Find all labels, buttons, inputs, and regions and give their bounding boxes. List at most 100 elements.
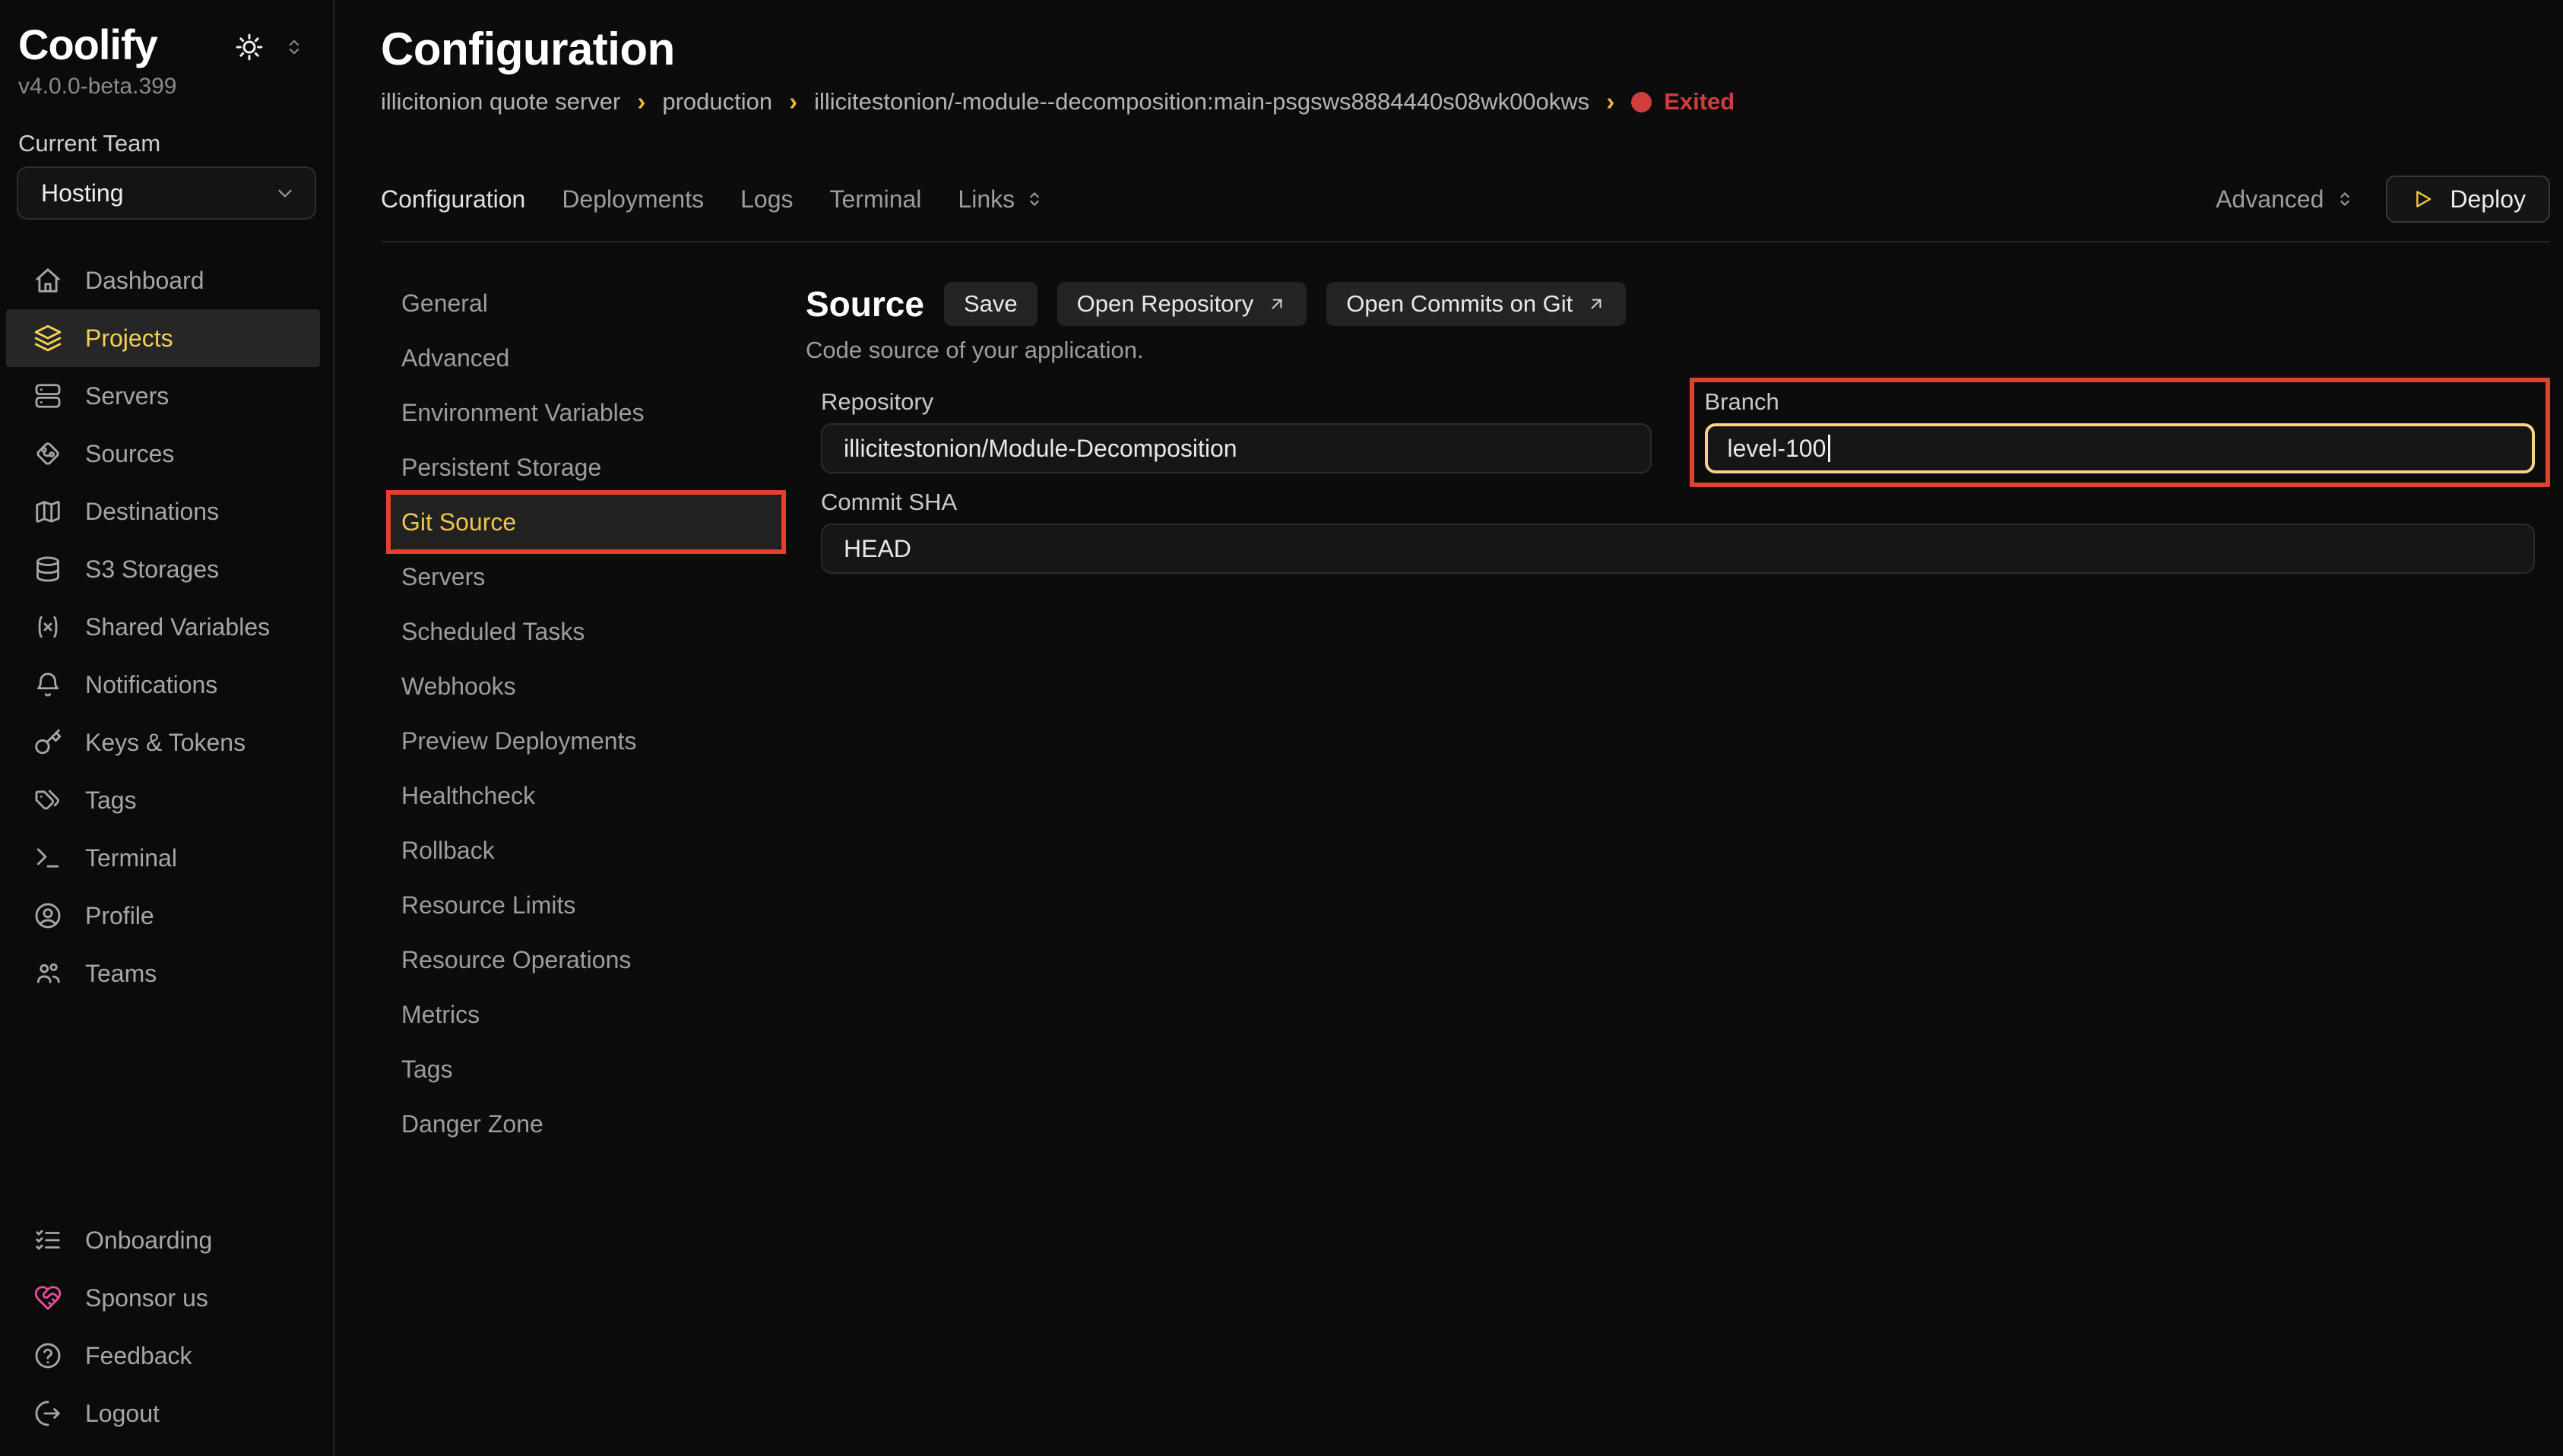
sidebar-item-label: Profile: [85, 902, 154, 930]
save-button[interactable]: Save: [944, 282, 1038, 326]
open-commits-button[interactable]: Open Commits on Git: [1326, 282, 1626, 326]
sidebar-item-s3-storages[interactable]: S3 Storages: [0, 540, 333, 598]
sidebar-item-destinations[interactable]: Destinations: [0, 483, 333, 540]
source-heading: Source: [806, 283, 924, 324]
branch-label: Branch: [1705, 388, 2536, 416]
sidebar-item-tags[interactable]: Tags: [0, 771, 333, 829]
sidebar-item-label: Dashboard: [85, 267, 204, 295]
sidebar-item-feedback[interactable]: Feedback: [0, 1327, 333, 1385]
terminal-icon: [33, 844, 62, 872]
configuration-content: General Advanced Environment Variables P…: [381, 276, 2550, 1456]
sidebar-item-sponsor-us[interactable]: Sponsor us: [0, 1269, 333, 1327]
sidebar-item-logout[interactable]: Logout: [0, 1385, 333, 1442]
sidebar-item-label: Sponsor us: [85, 1284, 208, 1312]
sidebar-item-label: S3 Storages: [85, 555, 219, 584]
sidebar-item-notifications[interactable]: Notifications: [0, 656, 333, 714]
users-icon: [33, 959, 62, 988]
sidebar-item-label: Onboarding: [85, 1227, 212, 1255]
subnav-item-label: Webhooks: [401, 673, 516, 701]
advanced-dropdown[interactable]: Advanced: [2216, 185, 2355, 214]
breadcrumb-item[interactable]: illicitonion quote server: [381, 88, 620, 116]
source-description: Code source of your application.: [806, 337, 2550, 364]
key-icon: [33, 728, 62, 757]
sidebar-item-label: Notifications: [85, 671, 217, 699]
tab-deployments[interactable]: Deployments: [562, 185, 704, 214]
sidebar-item-servers[interactable]: Servers: [0, 367, 333, 425]
subnav-item-advanced[interactable]: Advanced: [391, 331, 781, 385]
branch-field-group-annotation: Branch level-100: [1690, 378, 2551, 487]
sidebar-item-label: Shared Variables: [85, 613, 270, 641]
sidebar-item-dashboard[interactable]: Dashboard: [0, 252, 333, 309]
source-fields: Repository illicitestonion/Module-Decomp…: [806, 378, 2550, 574]
tab-logs[interactable]: Logs: [740, 185, 793, 214]
list-checks-icon: [33, 1226, 62, 1255]
subnav-item-resource-limits[interactable]: Resource Limits: [391, 878, 781, 932]
home-icon: [33, 266, 62, 295]
theme-toggle-sun-icon[interactable]: [234, 32, 265, 62]
subnav-item-resource-operations[interactable]: Resource Operations: [391, 932, 781, 987]
subnav-item-metrics[interactable]: Metrics: [391, 987, 781, 1042]
advanced-dropdown-label: Advanced: [2216, 185, 2324, 214]
sidebar-item-label: Tags: [85, 787, 137, 815]
branch-input[interactable]: level-100: [1705, 423, 2536, 473]
repository-field-group: Repository illicitestonion/Module-Decomp…: [806, 378, 1667, 487]
sidebar-item-profile[interactable]: Profile: [0, 887, 333, 945]
open-repository-label: Open Repository: [1077, 290, 1254, 318]
subnav-item-rollback[interactable]: Rollback: [391, 823, 781, 878]
sidebar-item-projects[interactable]: Projects: [6, 309, 320, 367]
tab-terminal[interactable]: Terminal: [829, 185, 921, 214]
resource-tabs: Configuration Deployments Logs Terminal …: [381, 185, 1045, 214]
subnav-item-tags[interactable]: Tags: [391, 1042, 781, 1097]
map-icon: [33, 497, 62, 526]
deploy-button[interactable]: Deploy: [2386, 176, 2550, 223]
status-dot-icon: [1631, 92, 1652, 112]
database-icon: [33, 555, 62, 584]
sidebar-item-onboarding[interactable]: Onboarding: [0, 1211, 333, 1269]
commit-sha-label: Commit SHA: [821, 489, 2535, 516]
breadcrumb-item-group-2: illicitestonion/-module--decomposition:m…: [814, 87, 1614, 116]
subnav-item-servers[interactable]: Servers: [391, 549, 781, 604]
chevron-down-icon: [274, 182, 296, 204]
breadcrumb-item[interactable]: production: [662, 88, 772, 116]
sidebar-footer-nav: Onboarding Sponsor us Feedback Logout: [0, 1211, 333, 1442]
logout-icon: [33, 1399, 62, 1428]
status-text: Exited: [1664, 88, 1735, 116]
branch-input-value: level-100: [1728, 435, 1826, 463]
sidebar-item-teams[interactable]: Teams: [0, 945, 333, 1002]
subnav-item-label: General: [401, 290, 488, 318]
chevrons-up-down-icon: [2334, 188, 2355, 210]
main-content: Configuration illicitonion quote server …: [334, 0, 2563, 1456]
sidebar-width-chevrons-icon[interactable]: [283, 36, 306, 59]
subnav-item-scheduled-tasks[interactable]: Scheduled Tasks: [391, 604, 781, 659]
sidebar-header: Coolify: [18, 20, 306, 69]
heart-handshake-icon: [33, 1283, 62, 1312]
sidebar-item-sources[interactable]: Sources: [0, 425, 333, 483]
subnav-item-environment-variables[interactable]: Environment Variables: [391, 385, 781, 440]
subnav-item-git-source[interactable]: Git Source: [391, 495, 781, 549]
sidebar-item-keys-tokens[interactable]: Keys & Tokens: [0, 714, 333, 771]
subnav-item-webhooks[interactable]: Webhooks: [391, 659, 781, 714]
breadcrumb: illicitonion quote server › production ›…: [381, 87, 2550, 116]
subnav-item-label: Danger Zone: [401, 1110, 543, 1138]
tab-label: Configuration: [381, 185, 525, 214]
tab-links[interactable]: Links: [958, 185, 1045, 214]
subnav-item-label: Environment Variables: [401, 399, 645, 427]
commit-sha-input[interactable]: HEAD: [821, 524, 2535, 574]
subnav-item-label: Tags: [401, 1056, 453, 1084]
tab-configuration[interactable]: Configuration: [381, 185, 525, 214]
subnav-item-preview-deployments[interactable]: Preview Deployments: [391, 714, 781, 768]
open-repository-button[interactable]: Open Repository: [1057, 282, 1307, 326]
sidebar-item-shared-variables[interactable]: Shared Variables: [0, 598, 333, 656]
team-selector[interactable]: Hosting: [17, 166, 316, 220]
sidebar-item-terminal[interactable]: Terminal: [0, 829, 333, 887]
repository-input[interactable]: illicitestonion/Module-Decomposition: [821, 423, 1652, 473]
subnav-item-label: Servers: [401, 563, 485, 591]
play-icon: [2410, 187, 2435, 211]
subnav-item-label: Preview Deployments: [401, 727, 636, 755]
subnav-item-general[interactable]: General: [391, 276, 781, 331]
subnav-item-persistent-storage[interactable]: Persistent Storage: [391, 440, 781, 495]
breadcrumb-item[interactable]: illicitestonion/-module--decomposition:m…: [814, 88, 1589, 116]
breadcrumb-items: illicitonion quote server › production ›…: [381, 87, 1614, 116]
subnav-item-danger-zone[interactable]: Danger Zone: [391, 1097, 781, 1151]
subnav-item-healthcheck[interactable]: Healthcheck: [391, 768, 781, 823]
